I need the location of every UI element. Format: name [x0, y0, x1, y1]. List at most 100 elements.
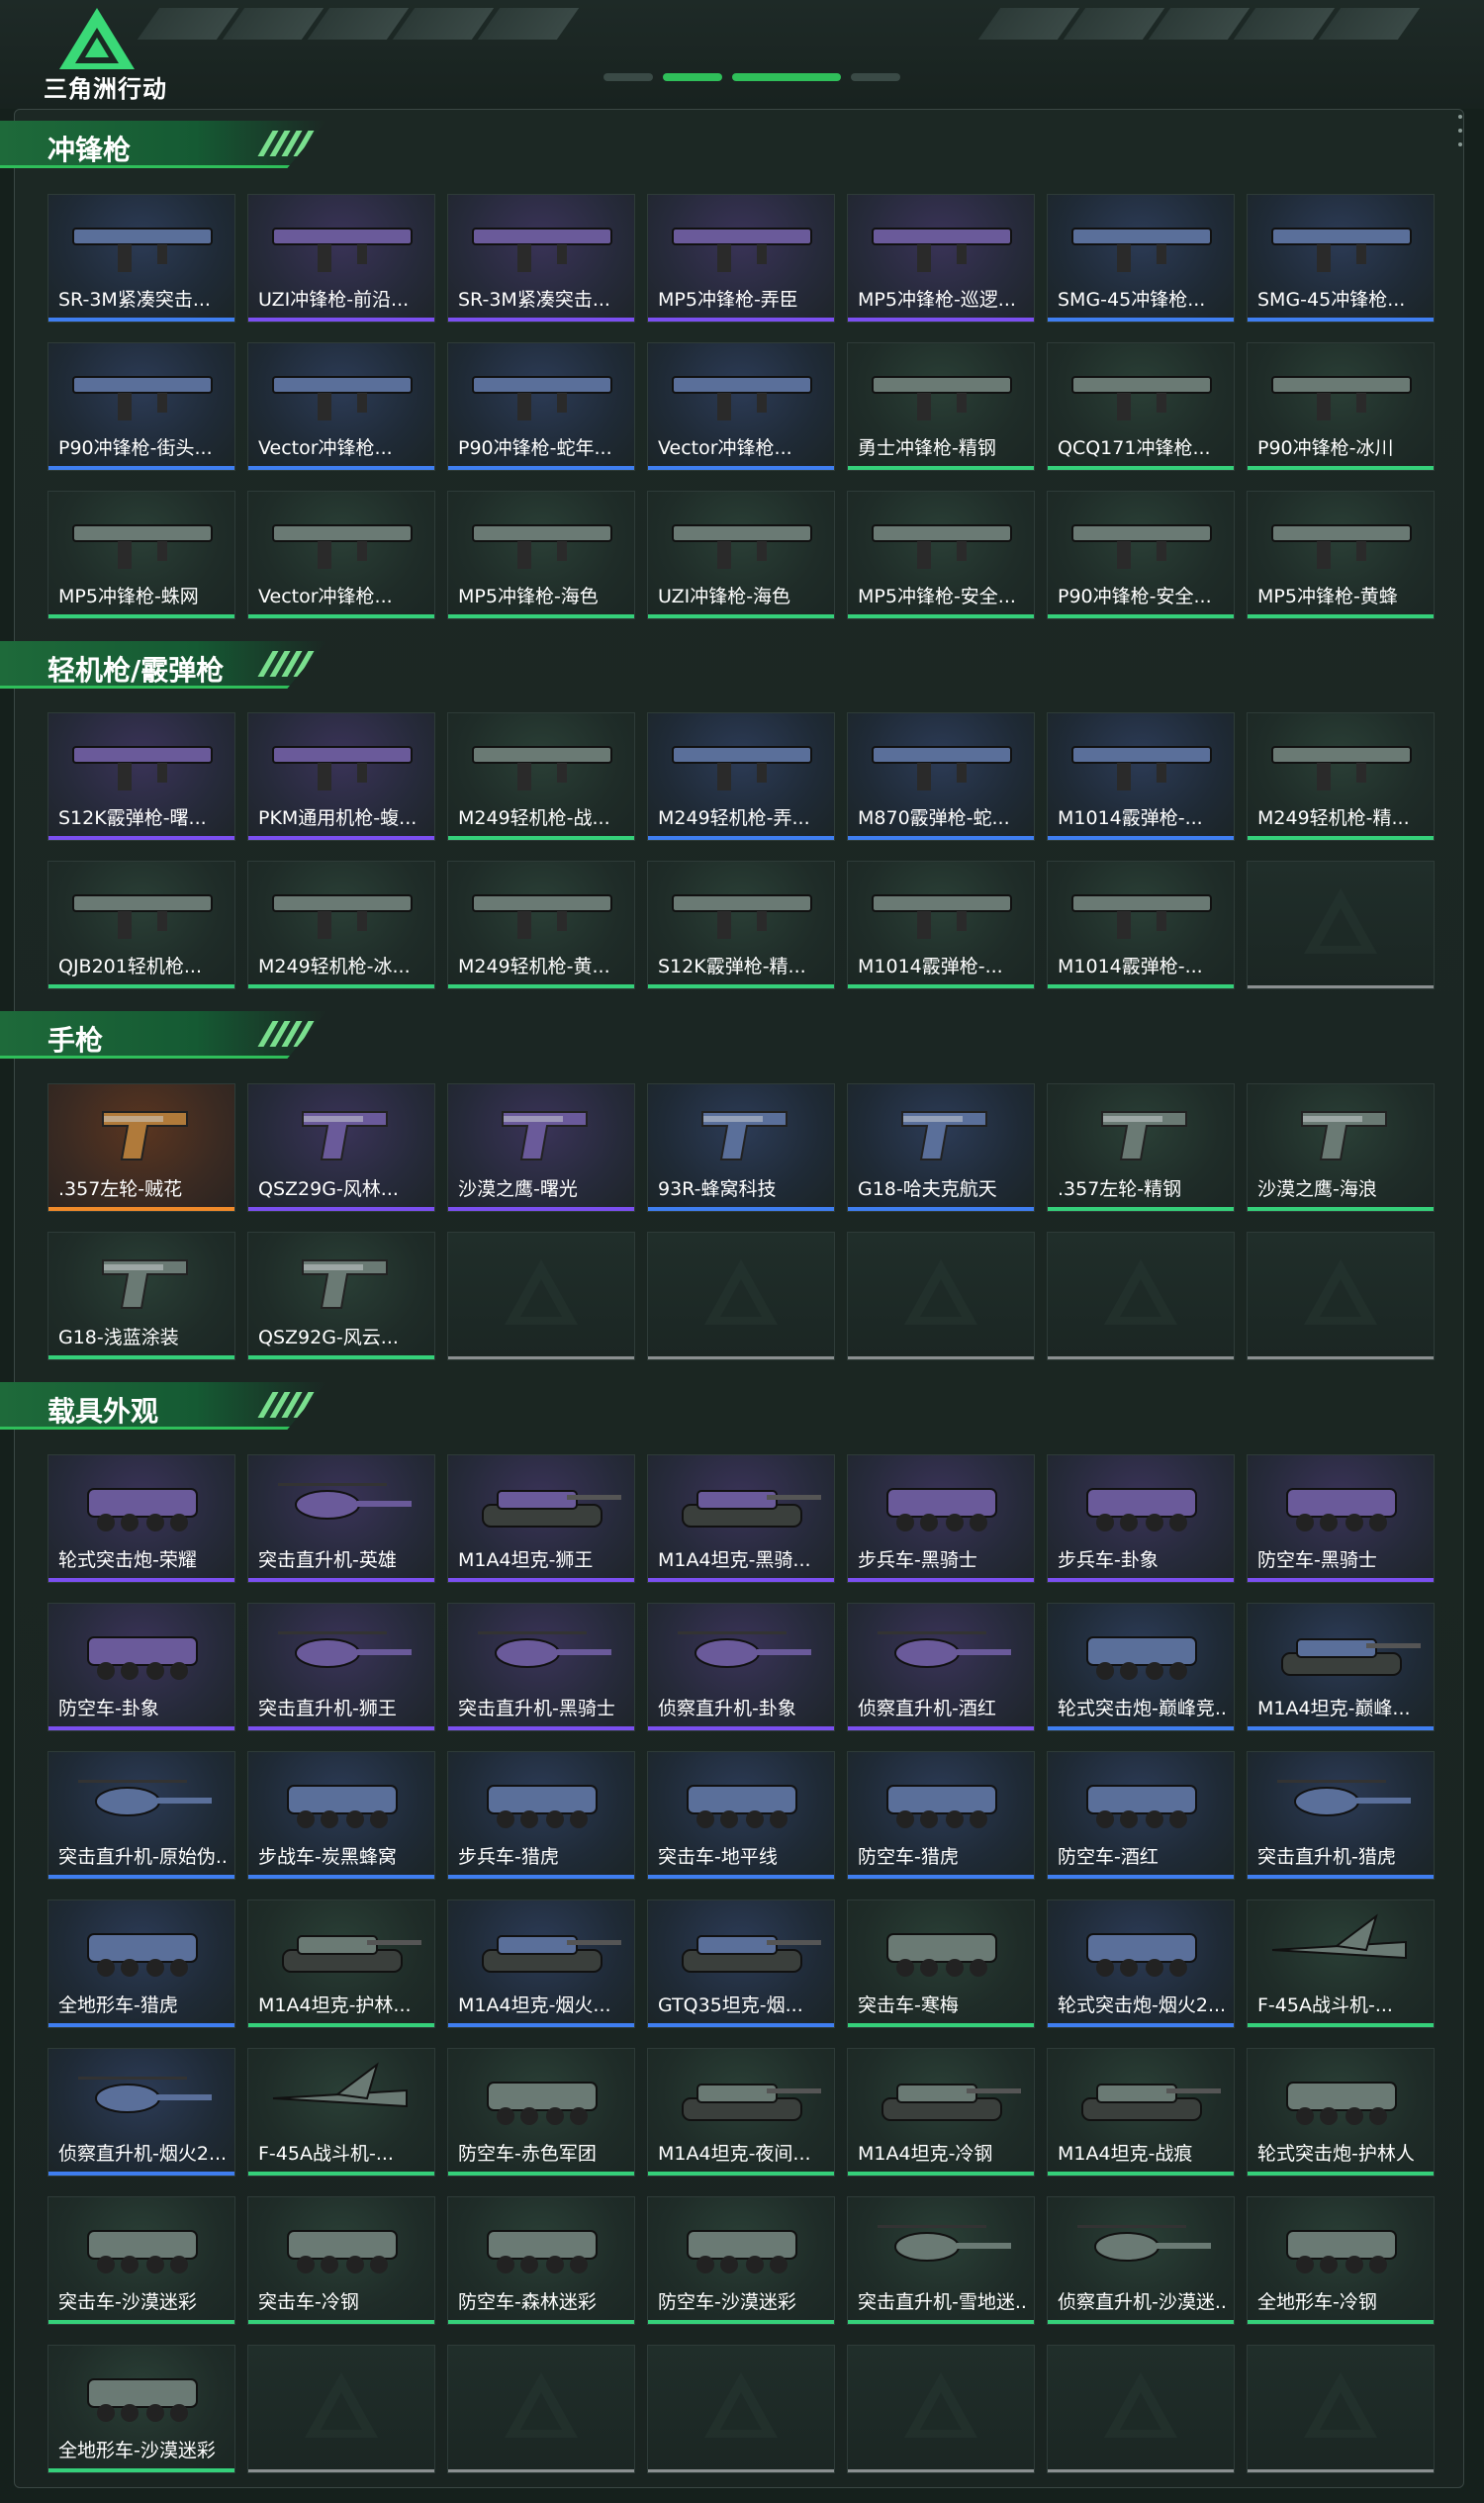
skin-card[interactable]: M1A4坦克-护林...: [247, 1900, 435, 2028]
skin-card[interactable]: S12K霰弹枪-精...: [647, 861, 835, 989]
skin-card[interactable]: 轮式突击炮-巅峰竞...: [1047, 1603, 1235, 1731]
rarity-bar: [448, 2023, 634, 2027]
skin-card[interactable]: 防空车-黑骑士: [1247, 1454, 1435, 1583]
skin-card[interactable]: 步兵车-卦象: [1047, 1454, 1235, 1583]
skin-card[interactable]: 沙漠之鹰-曙光: [447, 1083, 635, 1212]
skin-card[interactable]: M1A4坦克-夜间...: [647, 2048, 835, 2177]
weapon-icon: [872, 228, 1012, 272]
skin-card[interactable]: MP5冲锋枪-黄蜂: [1247, 491, 1435, 619]
skin-card[interactable]: M1A4坦克-黑骑...: [647, 1454, 835, 1583]
skin-card[interactable]: M1A4坦克-巅峰...: [1247, 1603, 1435, 1731]
skin-card[interactable]: M1014霰弹枪-...: [1047, 712, 1235, 841]
empty-slot-logo-icon: [505, 2372, 578, 2438]
skin-name: P90冲锋枪-冰川: [1257, 437, 1394, 459]
skin-card[interactable]: 轮式突击炮-烟火2...: [1047, 1900, 1235, 2028]
skin-card[interactable]: .357左轮-精钢: [1047, 1083, 1235, 1212]
skin-card[interactable]: MP5冲锋枪-巡逻...: [847, 194, 1035, 323]
skin-card[interactable]: 侦察直升机-酒红: [847, 1603, 1035, 1731]
skin-card[interactable]: G18-哈夫克航天: [847, 1083, 1035, 1212]
skin-card[interactable]: P90冲锋枪-安全...: [1047, 491, 1235, 619]
skin-card[interactable]: MP5冲锋枪-安全...: [847, 491, 1035, 619]
skin-card[interactable]: QSZ92G-风云...: [247, 1232, 435, 1360]
rarity-bar: [648, 1356, 834, 1359]
skin-card[interactable]: MP5冲锋枪-蛛网: [47, 491, 235, 619]
skin-card[interactable]: P90冲锋枪-街头...: [47, 342, 235, 471]
skin-card[interactable]: S12K霰弹枪-曙...: [47, 712, 235, 841]
skin-card[interactable]: UZI冲锋枪-前沿...: [247, 194, 435, 323]
skin-card[interactable]: 全地形车-猎虎: [47, 1900, 235, 2028]
skin-card[interactable]: 突击直升机-黑骑士: [447, 1603, 635, 1731]
skin-card[interactable]: 侦察直升机-沙漠迷...: [1047, 2196, 1235, 2325]
skin-card[interactable]: QCQ171冲锋枪...: [1047, 342, 1235, 471]
skin-card[interactable]: 步兵车-猎虎: [447, 1751, 635, 1880]
skin-card[interactable]: 轮式突击炮-护林人: [1247, 2048, 1435, 2177]
skin-card[interactable]: 勇士冲锋枪-精钢: [847, 342, 1035, 471]
skin-card[interactable]: 突击直升机-英雄: [247, 1454, 435, 1583]
weapon-icon: [72, 524, 213, 569]
skin-card[interactable]: 步战车-炭黑蜂窝: [247, 1751, 435, 1880]
skin-card[interactable]: 侦察直升机-烟火2...: [47, 2048, 235, 2177]
skin-card[interactable]: M249轻机枪-精...: [1247, 712, 1435, 841]
skin-card[interactable]: M249轻机枪-黄...: [447, 861, 635, 989]
skin-card[interactable]: Vector冲锋枪...: [247, 342, 435, 471]
skin-card[interactable]: 突击车-地平线: [647, 1751, 835, 1880]
rarity-bar: [848, 2172, 1034, 2176]
skin-card[interactable]: SR-3M紧凑突击...: [47, 194, 235, 323]
skin-card[interactable]: Vector冲锋枪...: [647, 342, 835, 471]
skin-card[interactable]: P90冲锋枪-蛇年...: [447, 342, 635, 471]
skin-card[interactable]: 防空车-酒红: [1047, 1751, 1235, 1880]
skin-card[interactable]: 防空车-赤色军团: [447, 2048, 635, 2177]
skin-card[interactable]: 93R-蜂窝科技: [647, 1083, 835, 1212]
skin-card[interactable]: .357左轮-贼花: [47, 1083, 235, 1212]
skin-card[interactable]: QJB201轻机枪...: [47, 861, 235, 989]
skin-card[interactable]: 突击车-冷钢: [247, 2196, 435, 2325]
skin-card[interactable]: SR-3M紧凑突击...: [447, 194, 635, 323]
skin-card[interactable]: 轮式突击炮-荣耀: [47, 1454, 235, 1583]
section-header-0: 冲锋枪: [0, 121, 326, 168]
skin-card[interactable]: 全地形车-沙漠迷彩: [47, 2345, 235, 2473]
skin-card[interactable]: 突击车-沙漠迷彩: [47, 2196, 235, 2325]
skin-card[interactable]: M870霰弹枪-蛇...: [847, 712, 1035, 841]
skin-card[interactable]: M1014霰弹枪-...: [847, 861, 1035, 989]
skin-card[interactable]: SMG-45冲锋枪...: [1047, 194, 1235, 323]
skin-card[interactable]: 侦察直升机-卦象: [647, 1603, 835, 1731]
skin-card[interactable]: G18-浅蓝涂装: [47, 1232, 235, 1360]
skin-card[interactable]: 突击直升机-原始伪...: [47, 1751, 235, 1880]
skin-card[interactable]: Vector冲锋枪...: [247, 491, 435, 619]
skin-card[interactable]: 沙漠之鹰-海浪: [1247, 1083, 1435, 1212]
skin-card[interactable]: 防空车-森林迷彩: [447, 2196, 635, 2325]
skin-card[interactable]: 防空车-卦象: [47, 1603, 235, 1731]
skin-name: M1A4坦克-狮王: [458, 1549, 594, 1571]
skin-card[interactable]: M1A4坦克-烟火...: [447, 1900, 635, 2028]
skin-name: 突击直升机-原始伪...: [58, 1846, 229, 1868]
rarity-bar: [1048, 2023, 1234, 2027]
skin-card[interactable]: MP5冲锋枪-海色: [447, 491, 635, 619]
skin-card[interactable]: 突击车-寒梅: [847, 1900, 1035, 2028]
skin-card[interactable]: M249轻机枪-战...: [447, 712, 635, 841]
skin-card[interactable]: M249轻机枪-弄...: [647, 712, 835, 841]
weapon-icon: [672, 894, 812, 939]
skin-card[interactable]: MP5冲锋枪-弄臣: [647, 194, 835, 323]
skin-card[interactable]: M1014霰弹枪-...: [1047, 861, 1235, 989]
skin-card[interactable]: 防空车-猎虎: [847, 1751, 1035, 1880]
weapon-icon: [1271, 524, 1412, 569]
skin-card[interactable]: 突击直升机-猎虎: [1247, 1751, 1435, 1880]
skin-card[interactable]: P90冲锋枪-冰川: [1247, 342, 1435, 471]
skin-card[interactable]: F-45A战斗机-...: [1247, 1900, 1435, 2028]
skin-card[interactable]: SMG-45冲锋枪...: [1247, 194, 1435, 323]
skin-card[interactable]: M1A4坦克-冷钢: [847, 2048, 1035, 2177]
skin-card[interactable]: 防空车-沙漠迷彩: [647, 2196, 835, 2325]
skin-card[interactable]: PKM通用机枪-蝮...: [247, 712, 435, 841]
skin-card[interactable]: QSZ29G-风林...: [247, 1083, 435, 1212]
skin-card[interactable]: 突击直升机-狮王: [247, 1603, 435, 1731]
skin-card[interactable]: GTQ35坦克-烟...: [647, 1900, 835, 2028]
skin-card[interactable]: M1A4坦克-狮王: [447, 1454, 635, 1583]
skin-card[interactable]: 全地形车-冷钢: [1247, 2196, 1435, 2325]
skin-card[interactable]: F-45A战斗机-...: [247, 2048, 435, 2177]
skin-card[interactable]: UZI冲锋枪-海色: [647, 491, 835, 619]
rarity-bar: [248, 1578, 434, 1582]
skin-card[interactable]: 突击直升机-雪地迷...: [847, 2196, 1035, 2325]
skin-card[interactable]: M249轻机枪-冰...: [247, 861, 435, 989]
skin-card[interactable]: 步兵车-黑骑士: [847, 1454, 1035, 1583]
skin-card[interactable]: M1A4坦克-战痕: [1047, 2048, 1235, 2177]
